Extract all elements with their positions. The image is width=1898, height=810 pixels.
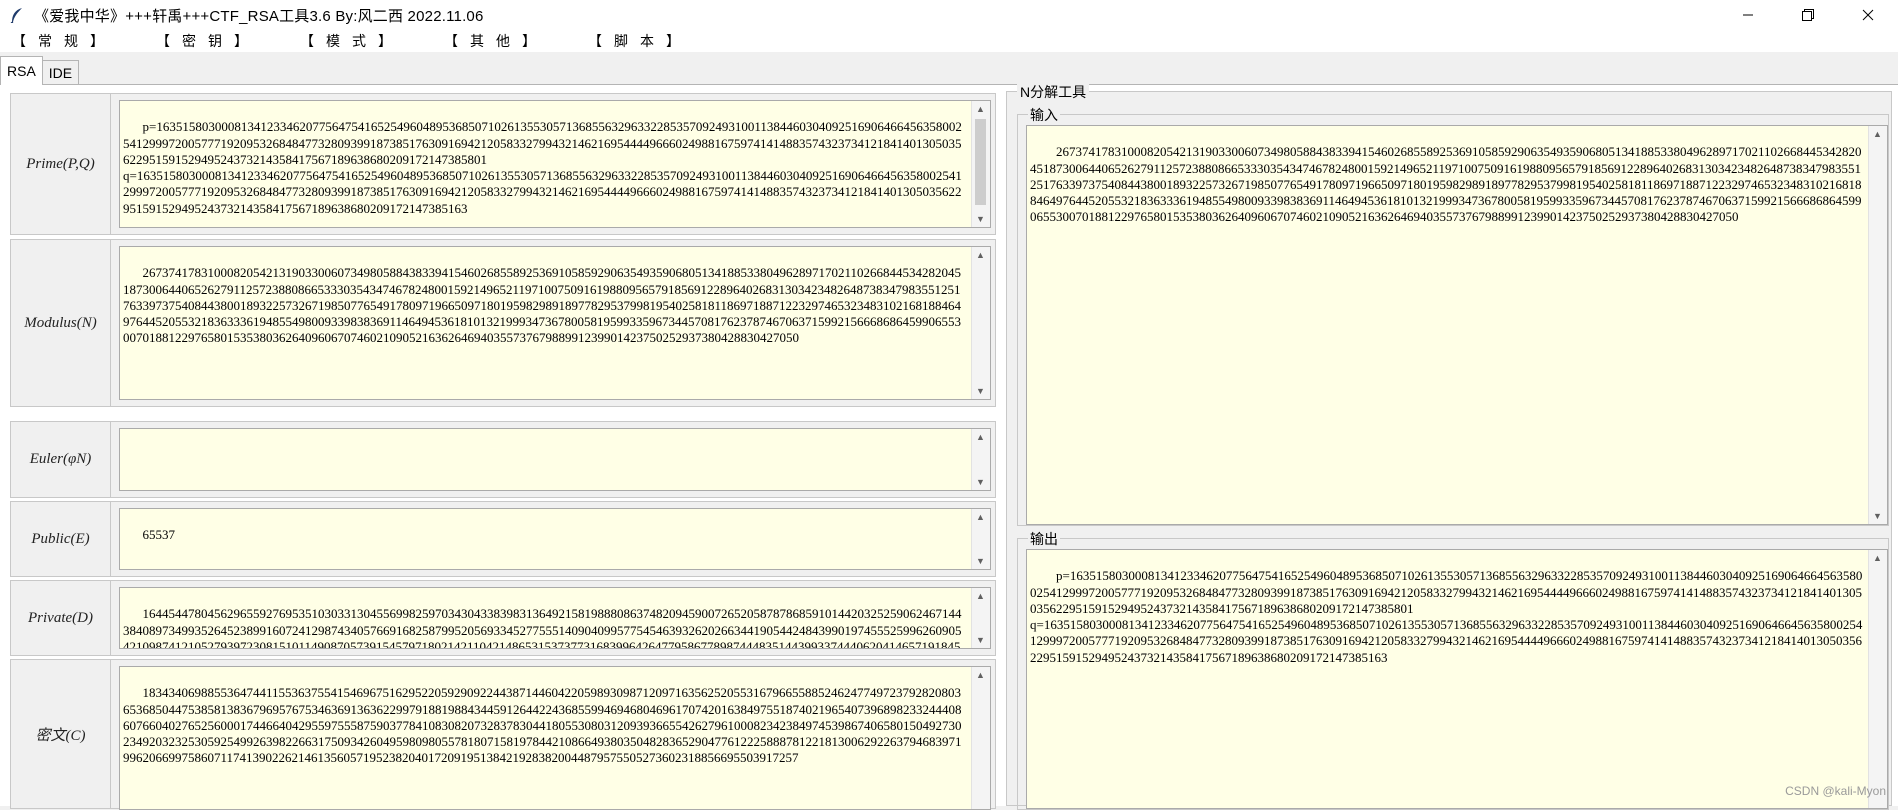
window-title: 《爱我中华》+++轩禹+++CTF_RSA工具3.6 By:风二西 2022.1… bbox=[34, 7, 484, 25]
scroll-up-icon[interactable]: ▲ bbox=[976, 247, 985, 263]
factor-input-scrollbar[interactable]: ▲ ▼ bbox=[1868, 126, 1887, 524]
factor-output-scrollbar[interactable]: ▲ bbox=[1868, 550, 1887, 808]
title-bar: 《爱我中华》+++轩禹+++CTF_RSA工具3.6 By:风二西 2022.1… bbox=[0, 0, 1898, 30]
tab-ide[interactable]: IDE bbox=[41, 60, 80, 85]
scroll-up-icon[interactable]: ▲ bbox=[976, 101, 985, 117]
scroll-down-icon[interactable]: ▼ bbox=[976, 383, 985, 399]
modulus-scrollbar[interactable]: ▲ ▼ bbox=[971, 247, 990, 399]
ciphertext-label: 密文(C) bbox=[11, 660, 111, 808]
menu-keys[interactable]: 【密钥】 bbox=[156, 31, 260, 51]
scroll-up-icon[interactable]: ▲ bbox=[1873, 126, 1882, 142]
factor-tool-title: N分解工具 bbox=[1017, 82, 1090, 102]
menu-script[interactable]: 【脚本】 bbox=[588, 31, 692, 51]
menu-mode[interactable]: 【模式】 bbox=[300, 31, 404, 51]
factor-output-text: p=16351580300081341233462077564754165254… bbox=[1030, 568, 1863, 665]
close-icon[interactable] bbox=[1838, 0, 1898, 30]
factor-input-group: 输入 2673741783100082054213190330060734980… bbox=[1017, 105, 1889, 526]
maximize-icon[interactable] bbox=[1778, 0, 1838, 30]
prime-scrollbar[interactable]: ▲ ▼ bbox=[971, 101, 990, 227]
scroll-down-icon[interactable]: ▼ bbox=[976, 632, 985, 648]
prime-text: p=16351580300081341233462077564754165254… bbox=[123, 119, 962, 216]
ciphertext-row: 密文(C) 1834340698855364744115536375541546… bbox=[10, 659, 996, 810]
prime-row: Prime(P,Q) p=163515803000813412334620775… bbox=[10, 93, 996, 235]
euler-textarea[interactable]: ▲ ▼ bbox=[119, 428, 991, 491]
private-textarea[interactable]: 1644544780456296559276953510303313045569… bbox=[119, 587, 991, 649]
menu-other[interactable]: 【其他】 bbox=[444, 31, 548, 51]
euler-scrollbar[interactable]: ▲ ▼ bbox=[971, 429, 990, 490]
factor-output-label: 输出 bbox=[1028, 529, 1060, 549]
euler-row: Euler(φN) ▲ ▼ bbox=[10, 421, 996, 498]
euler-label: Euler(φN) bbox=[11, 422, 111, 497]
public-label: Public(E) bbox=[11, 502, 111, 576]
window-controls bbox=[1718, 0, 1898, 30]
private-scrollbar[interactable]: ▲ ▼ bbox=[971, 588, 990, 648]
modulus-text: 2673741783100082054213190330060734980588… bbox=[123, 265, 962, 346]
feather-icon bbox=[10, 7, 26, 23]
minimize-icon[interactable] bbox=[1718, 0, 1778, 30]
ciphertext-text: 1834340698855364744115536375541546967516… bbox=[123, 685, 962, 766]
modulus-textarea[interactable]: 2673741783100082054213190330060734980588… bbox=[119, 246, 991, 400]
factor-input-text: 2673741783100082054213190330060734980588… bbox=[1030, 144, 1862, 225]
private-row: Private(D) 16445447804562965592769535103… bbox=[10, 580, 996, 656]
public-text: 65537 bbox=[142, 527, 176, 543]
scroll-up-icon[interactable]: ▲ bbox=[976, 509, 985, 525]
menu-bar: 【常规】 【密钥】 【模式】 【其他】 【脚本】 bbox=[0, 30, 1898, 52]
scroll-down-icon[interactable]: ▼ bbox=[976, 553, 985, 569]
public-scrollbar[interactable]: ▲ ▼ bbox=[971, 509, 990, 569]
private-text: 1644544780456296559276953510303313045569… bbox=[123, 606, 962, 649]
scroll-up-icon[interactable]: ▲ bbox=[976, 429, 985, 445]
scroll-down-icon[interactable]: ▼ bbox=[976, 211, 985, 227]
modulus-row: Modulus(N) 26737417831000820542131903300… bbox=[10, 239, 996, 407]
rsa-tab-pane: Prime(P,Q) p=163515803000813412334620775… bbox=[0, 82, 1898, 810]
ciphertext-textarea[interactable]: 1834340698855364744115536375541546967516… bbox=[119, 666, 991, 810]
prime-label: Prime(P,Q) bbox=[11, 94, 111, 234]
scroll-down-icon[interactable]: ▼ bbox=[1873, 508, 1882, 524]
scroll-up-icon[interactable]: ▲ bbox=[976, 667, 985, 683]
factor-input-label: 输入 bbox=[1028, 105, 1060, 125]
watermark: CSDN @kali-Myon bbox=[1785, 784, 1886, 798]
scroll-up-icon[interactable]: ▲ bbox=[976, 588, 985, 604]
tab-strip: RSA IDE bbox=[0, 55, 80, 85]
scroll-down-icon[interactable]: ▼ bbox=[976, 474, 985, 490]
factor-output-textarea[interactable]: p=16351580300081341233462077564754165254… bbox=[1026, 549, 1888, 809]
factor-output-group: 输出 p=16351580300081341233462077564754165… bbox=[1017, 529, 1889, 810]
ciphertext-scrollbar[interactable]: ▲ bbox=[971, 667, 990, 809]
modulus-label: Modulus(N) bbox=[11, 240, 111, 406]
scroll-up-icon[interactable]: ▲ bbox=[1873, 550, 1882, 566]
factor-tool-panel: N分解工具 输入 2673741783100082054213190330060… bbox=[1006, 82, 1892, 810]
factor-input-textarea[interactable]: 2673741783100082054213190330060734980588… bbox=[1026, 125, 1888, 525]
tab-rsa[interactable]: RSA bbox=[0, 56, 43, 85]
public-row: Public(E) 65537 ▲ ▼ bbox=[10, 501, 996, 577]
public-textarea[interactable]: 65537 ▲ ▼ bbox=[119, 508, 991, 570]
scroll-thumb[interactable] bbox=[975, 119, 986, 205]
prime-textarea[interactable]: p=16351580300081341233462077564754165254… bbox=[119, 100, 991, 228]
menu-general[interactable]: 【常规】 bbox=[12, 31, 116, 51]
private-label: Private(D) bbox=[11, 581, 111, 655]
